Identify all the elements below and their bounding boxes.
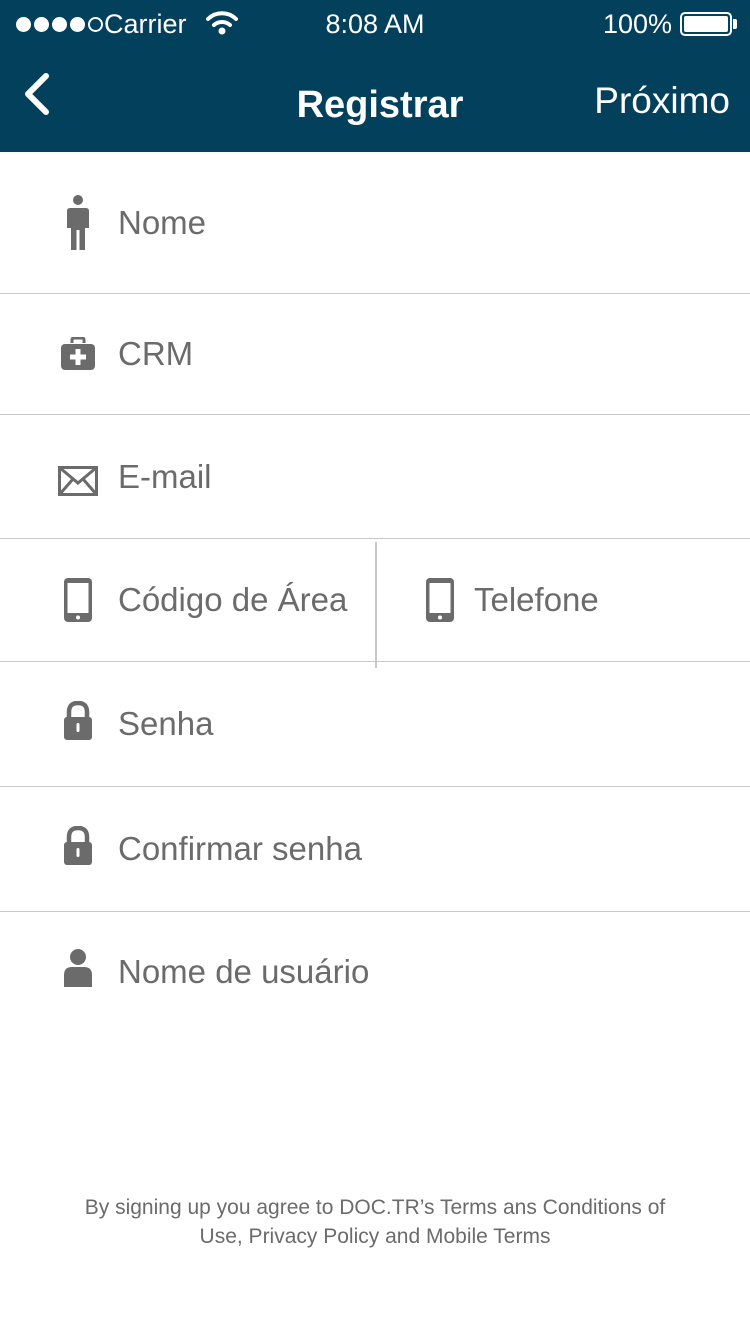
name-field[interactable]: Nome [0,152,750,293]
status-bar: Carrier 8:08 AM 100% [0,0,750,48]
username-placeholder: Nome de usuário [118,953,370,990]
name-row: Nome [0,152,750,294]
person-standing-icon [58,194,98,252]
area-code-placeholder: Código de Área [118,581,348,618]
terms-line-2[interactable]: Use, Privacy Policy and Mobile Terms [40,1222,710,1251]
email-placeholder: E-mail [118,457,212,495]
crm-placeholder: CRM [118,335,194,372]
confirm-password-placeholder: Confirmar senha [118,830,362,867]
password-placeholder: Senha [118,705,214,742]
navigation-bar: Carrier 8:08 AM 100% Registrar Próximo [0,0,750,152]
confirm-password-row: Confirmar senha [0,787,750,912]
battery-icon [680,12,732,36]
medical-kit-icon [58,337,98,371]
crm-field[interactable]: CRM [0,294,750,414]
password-row: Senha [0,662,750,787]
lock-icon [58,826,98,866]
phone-field[interactable]: Telefone [375,539,750,661]
email-row: E-mail [0,415,750,539]
username-field[interactable]: Nome de usuário [0,912,750,1032]
crm-row: CRM [0,294,750,415]
lock-icon [58,701,98,741]
email-field[interactable]: E-mail [0,415,750,538]
phone-row: Código de Área Telefone [0,539,750,668]
next-button[interactable]: Próximo [594,80,730,122]
name-placeholder: Nome [118,203,207,241]
terms-line-1[interactable]: By signing up you agree to DOC.TR’s Term… [40,1193,710,1222]
phone-placeholder: Telefone [474,581,599,618]
password-field[interactable]: Senha [0,662,750,786]
username-row: Nome de usuário [0,912,750,1032]
user-icon [58,948,98,988]
confirm-password-field[interactable]: Confirmar senha [0,787,750,911]
envelope-icon [58,465,98,496]
mobile-phone-icon [58,577,98,623]
terms-notice: By signing up you agree to DOC.TR’s Term… [40,1193,710,1251]
area-code-field[interactable]: Código de Área [0,539,375,661]
battery-percent: 100% [602,9,672,39]
mobile-phone-icon [420,577,460,623]
